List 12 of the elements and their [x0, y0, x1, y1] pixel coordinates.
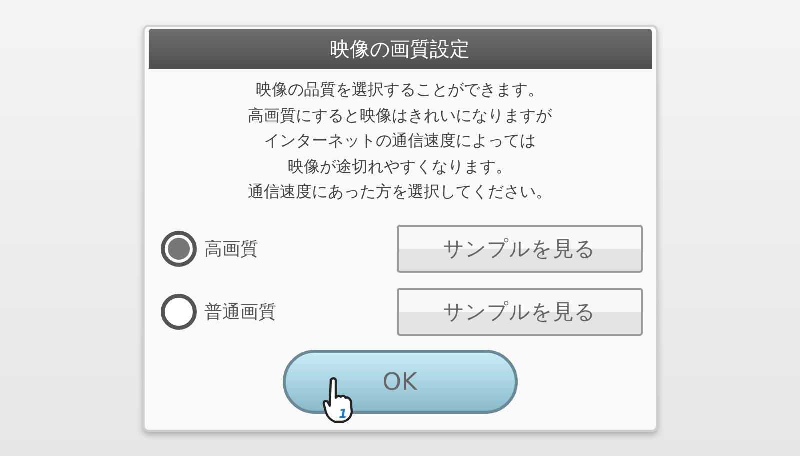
- message-text: 通信速度にあった方を選択してください。: [248, 181, 552, 203]
- option-label: 普通画質: [204, 300, 276, 324]
- message-text: 映像の品質を選択することができます。: [256, 79, 544, 101]
- radio-button[interactable]: [160, 294, 196, 330]
- sample-button[interactable]: サンプルを見る: [396, 288, 642, 336]
- option-label: 高画質: [204, 238, 258, 260]
- message-text: インターネットの通信速度によっては: [264, 130, 536, 152]
- radio-button[interactable]: [160, 230, 196, 266]
- dialog-title: 映像の画質設定: [148, 29, 652, 69]
- message-text: 高画質にすると映像はきれいになりますが: [248, 104, 552, 126]
- message-text: 映像が途切れやすくなります。: [288, 156, 512, 178]
- sample-button[interactable]: サンプルを見る: [396, 224, 642, 272]
